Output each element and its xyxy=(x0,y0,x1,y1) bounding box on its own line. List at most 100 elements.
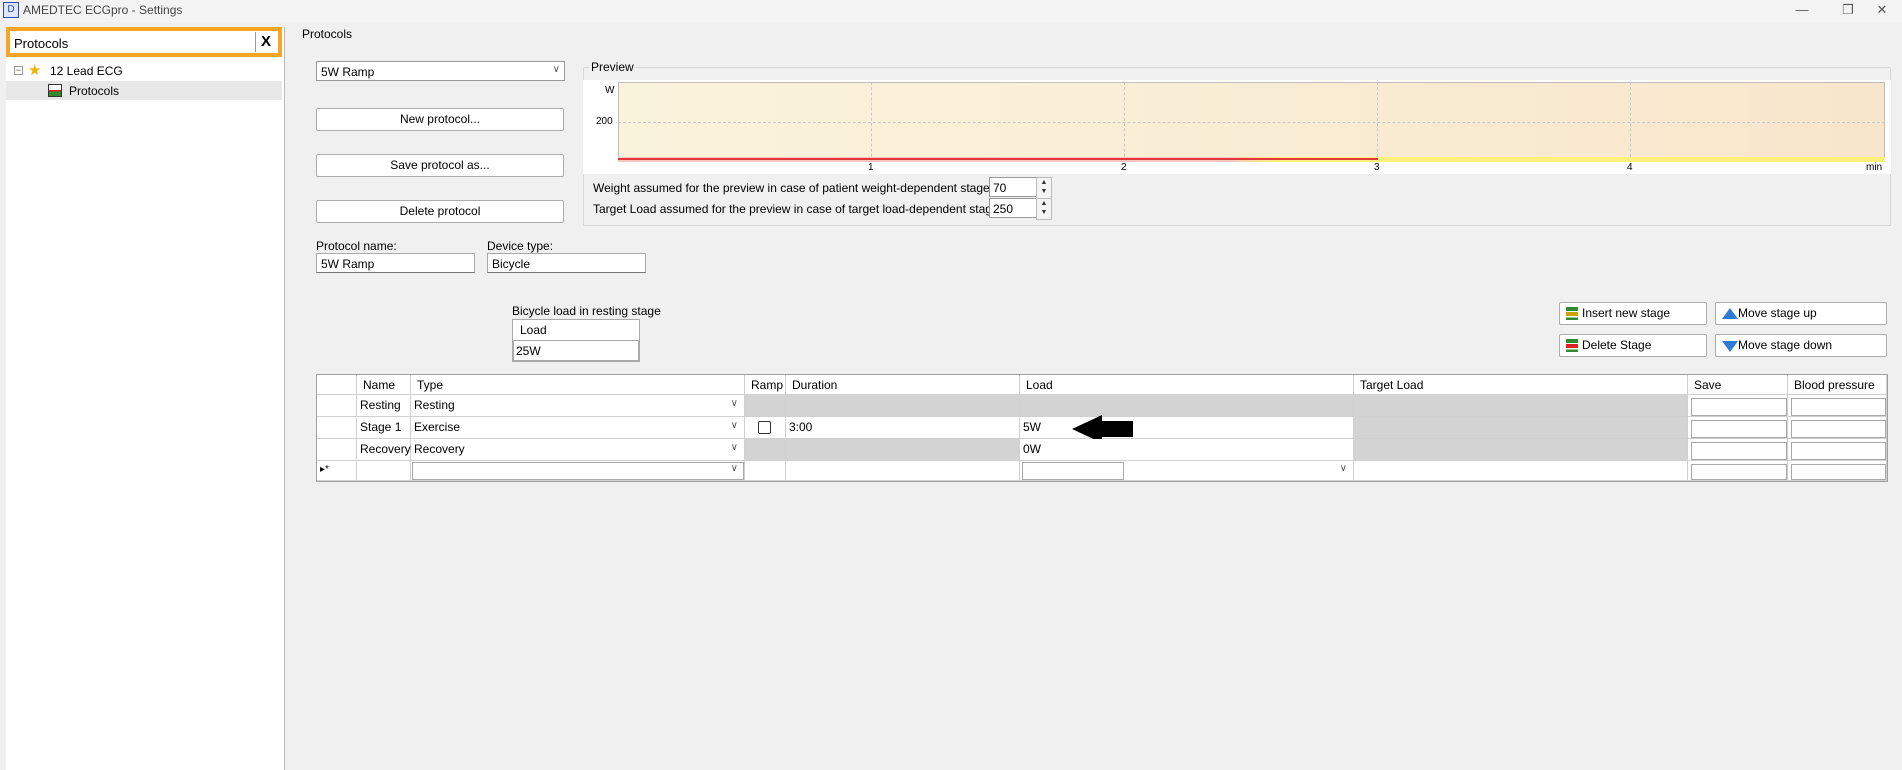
arrow-down-icon xyxy=(1722,341,1738,352)
insert-stage-icon xyxy=(1566,307,1578,320)
col-header-blood-pressure: Blood pressure xyxy=(1788,375,1887,395)
protocol-name-value: 5W Ramp xyxy=(321,257,375,271)
cell-load[interactable]: 0W xyxy=(1020,439,1354,461)
protocol-select[interactable]: 5W Ramp ∨ xyxy=(316,61,565,81)
cell-ramp[interactable] xyxy=(745,461,786,481)
cell-save[interactable] xyxy=(1688,461,1788,481)
x-tick-label: 1 xyxy=(868,162,874,173)
col-header-type: Type xyxy=(411,375,745,395)
target-load-spinner[interactable]: ▲ ▼ xyxy=(1036,198,1052,220)
arrow-up-icon xyxy=(1722,308,1738,319)
device-type-value: Bicycle xyxy=(492,257,531,271)
chevron-down-icon: ∨ xyxy=(730,463,738,474)
save-field[interactable] xyxy=(1691,398,1787,416)
cell-duration[interactable] xyxy=(786,461,1020,481)
bp-field[interactable] xyxy=(1791,442,1886,460)
row-header[interactable] xyxy=(317,417,357,439)
cell-blood-pressure[interactable] xyxy=(1788,417,1887,439)
resting-load-value: 25W xyxy=(516,344,541,358)
cell-name[interactable]: Stage 1 xyxy=(357,417,411,439)
weight-spinner[interactable]: ▲ ▼ xyxy=(1036,177,1052,199)
clear-search-button[interactable]: X xyxy=(255,32,276,52)
new-load-field[interactable] xyxy=(1022,462,1124,480)
move-stage-down-label: Move stage down xyxy=(1738,338,1833,352)
cell-ramp xyxy=(745,439,786,461)
spin-up-icon[interactable]: ▲ xyxy=(1041,179,1048,186)
row-header-corner xyxy=(317,375,357,395)
save-protocol-as-button[interactable]: Save protocol as... xyxy=(316,154,564,177)
cell-blood-pressure[interactable] xyxy=(1788,395,1887,417)
close-button[interactable]: ✕ xyxy=(1862,0,1902,22)
delete-stage-button[interactable]: Delete Stage xyxy=(1559,334,1707,357)
col-header-target-load: Target Load xyxy=(1354,375,1688,395)
cell-target-load xyxy=(1354,439,1688,461)
cell-name[interactable] xyxy=(357,461,411,481)
y-unit-label: W xyxy=(605,85,615,96)
cell-type[interactable]: Exercise ∨ xyxy=(411,417,745,439)
row-header[interactable] xyxy=(317,395,357,417)
cell-save[interactable] xyxy=(1688,417,1788,439)
col-header-ramp: Ramp xyxy=(745,375,786,395)
cell-target-load[interactable] xyxy=(1354,461,1688,481)
row-header[interactable] xyxy=(317,439,357,461)
cell-blood-pressure[interactable] xyxy=(1788,461,1887,481)
delete-protocol-button[interactable]: Delete protocol xyxy=(316,200,564,223)
device-type-field[interactable]: Bicycle xyxy=(487,253,646,273)
cell-save[interactable] xyxy=(1688,439,1788,461)
target-load-field[interactable]: 250 ▲ ▼ xyxy=(989,198,1052,220)
spin-down-icon[interactable]: ▼ xyxy=(1041,209,1048,216)
cell-type[interactable]: Recovery ∨ xyxy=(411,439,745,461)
minimize-button[interactable]: — xyxy=(1782,0,1822,22)
arrow-annotation-body xyxy=(1100,421,1133,437)
cell-target-load xyxy=(1354,417,1688,439)
grid-line xyxy=(871,82,872,162)
spin-up-icon[interactable]: ▲ xyxy=(1041,200,1048,207)
protocol-name-field[interactable]: 5W Ramp xyxy=(316,253,475,273)
bp-field[interactable] xyxy=(1791,398,1886,416)
col-header-save: Save xyxy=(1688,375,1788,395)
cell-save[interactable] xyxy=(1688,395,1788,417)
cell-blood-pressure[interactable] xyxy=(1788,439,1887,461)
star-icon: ★ xyxy=(28,62,42,79)
cell-duration xyxy=(786,439,1020,461)
spin-down-icon[interactable]: ▼ xyxy=(1041,188,1048,195)
save-field[interactable] xyxy=(1691,464,1787,480)
move-stage-up-button[interactable]: Move stage up xyxy=(1715,302,1887,325)
move-stage-down-button[interactable]: Move stage down xyxy=(1715,334,1887,357)
cell-type-value: Recovery xyxy=(414,442,465,456)
cell-type[interactable]: Resting ∨ xyxy=(411,395,745,417)
save-field[interactable] xyxy=(1691,442,1787,460)
section-title: Protocols xyxy=(302,27,353,41)
new-row-marker[interactable]: ▸* xyxy=(317,461,357,481)
cell-name[interactable]: Recovery xyxy=(357,439,411,461)
save-field[interactable] xyxy=(1691,420,1787,438)
grid-line xyxy=(1124,82,1125,162)
collapse-icon[interactable]: − xyxy=(14,66,23,75)
search-input[interactable] xyxy=(14,33,254,53)
ramp-line xyxy=(618,158,1378,160)
cell-type[interactable]: ∨ xyxy=(411,461,745,481)
x-tick-label: 3 xyxy=(1374,162,1380,173)
new-type-combo[interactable] xyxy=(412,462,744,480)
weight-field[interactable]: 70 ▲ ▼ xyxy=(989,177,1052,199)
app-icon: D xyxy=(3,2,19,18)
cell-load[interactable]: ∨ xyxy=(1020,461,1354,481)
bp-field[interactable] xyxy=(1791,464,1886,480)
grid-line xyxy=(618,122,1885,123)
cell-load[interactable]: 5W xyxy=(1020,417,1354,439)
x-tick-label: 2 xyxy=(1121,162,1127,173)
cell-duration xyxy=(786,395,1020,417)
preview-label: Preview xyxy=(589,60,636,74)
ramp-checkbox[interactable] xyxy=(758,421,771,434)
y-tick-label: 200 xyxy=(596,116,613,127)
cell-target-load xyxy=(1354,395,1688,417)
bp-field[interactable] xyxy=(1791,420,1886,438)
new-protocol-button[interactable]: New protocol... xyxy=(316,108,564,131)
tree-item-protocols[interactable]: Protocols xyxy=(69,84,119,98)
cell-duration[interactable]: 3:00 xyxy=(786,417,1020,439)
cell-type-value: Resting xyxy=(414,398,455,412)
cell-name[interactable]: Resting xyxy=(357,395,411,417)
tree-item-12-lead-ecg[interactable]: 12 Lead ECG xyxy=(50,64,123,78)
cell-ramp[interactable] xyxy=(745,417,786,439)
insert-stage-button[interactable]: Insert new stage xyxy=(1559,302,1707,325)
